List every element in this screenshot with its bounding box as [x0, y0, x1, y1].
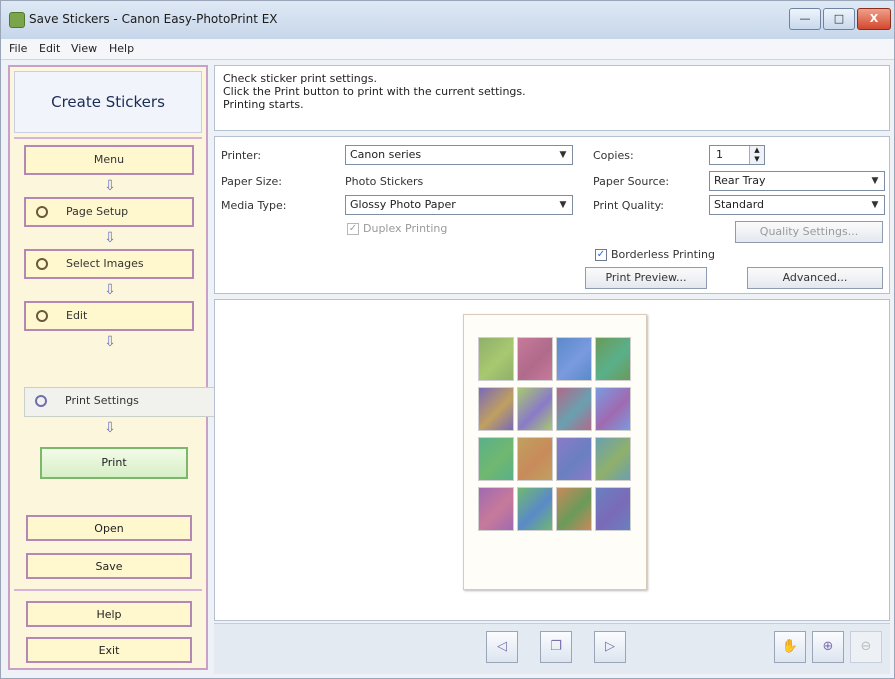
menu-view[interactable]: View — [71, 42, 97, 55]
paper-source-label: Paper Source: — [593, 175, 670, 188]
sidebar-divider — [14, 589, 202, 591]
step-print-settings[interactable]: Print Settings — [24, 387, 220, 417]
arrow-down-icon: ⇩ — [104, 420, 116, 436]
borderless-checkbox[interactable]: ✓ — [595, 249, 607, 261]
preview-toolbar: ◁ ❐ ▷ ✋ ⊕ ⊖ — [214, 623, 890, 674]
menu-file[interactable]: File — [9, 42, 27, 55]
printer-select[interactable]: Canon series ▼ — [345, 145, 573, 165]
advanced-button[interactable]: Advanced... — [747, 267, 883, 289]
copies-spinner[interactable]: 1 ▲ ▼ — [709, 145, 765, 165]
copies-label: Copies: — [593, 149, 634, 162]
edit-icon — [36, 310, 48, 322]
maximize-button[interactable]: □ — [823, 8, 855, 30]
zoom-in-button[interactable]: ⊕ — [812, 631, 844, 663]
hand-tool-button[interactable]: ✋ — [774, 631, 806, 663]
sticker-image — [556, 337, 592, 381]
spinner-arrows-icon[interactable]: ▲ ▼ — [749, 146, 764, 164]
instruction-line: Check sticker print settings. — [223, 72, 377, 85]
sticker-image — [478, 487, 514, 531]
app-icon — [9, 12, 25, 28]
sticker-image — [556, 487, 592, 531]
sticker-image — [595, 487, 631, 531]
chevron-down-icon: ▼ — [871, 176, 879, 186]
chevron-down-icon: ▼ — [559, 150, 567, 160]
sticker-image — [595, 337, 631, 381]
print-settings-panel: Printer: Canon series ▼ Paper Size: Phot… — [214, 136, 890, 294]
duplex-checkbox[interactable]: ✓ — [347, 223, 359, 235]
paper-size-label: Paper Size: — [221, 175, 282, 188]
arrow-down-icon: ⇩ — [104, 334, 116, 350]
step-page-setup[interactable]: Page Setup — [24, 197, 194, 227]
borderless-label: Borderless Printing — [611, 248, 715, 261]
page-view-button[interactable]: ❐ — [540, 631, 572, 663]
sticker-sheet — [463, 314, 647, 590]
sticker-image — [595, 437, 631, 481]
step-label: Page Setup — [66, 205, 129, 218]
menu-help[interactable]: Help — [109, 42, 134, 55]
next-page-button[interactable]: ▷ — [594, 631, 626, 663]
sticker-image — [478, 387, 514, 431]
media-type-select[interactable]: Glossy Photo Paper ▼ — [345, 195, 573, 215]
select-images-icon — [36, 258, 48, 270]
chevron-down-icon: ▼ — [871, 200, 879, 210]
page-setup-icon — [36, 206, 48, 218]
zoom-out-button[interactable]: ⊖ — [850, 631, 882, 663]
arrow-down-icon: ⇩ — [104, 282, 116, 298]
step-select-images[interactable]: Select Images — [24, 249, 194, 279]
title-bar: Save Stickers - Canon Easy-PhotoPrint EX… — [1, 1, 894, 40]
preview-area — [214, 299, 890, 621]
print-quality-value: Standard — [714, 198, 765, 211]
quality-settings-button[interactable]: Quality Settings... — [735, 221, 883, 243]
sidebar: Create Stickers Menu ⇩ Page Setup ⇩ Sele… — [8, 65, 220, 670]
app-window: Save Stickers - Canon Easy-PhotoPrint EX… — [0, 0, 895, 679]
previous-page-button[interactable]: ◁ — [486, 631, 518, 663]
print-button[interactable]: Print — [40, 447, 188, 479]
menu-edit[interactable]: Edit — [39, 42, 60, 55]
step-label: Print Settings — [65, 394, 139, 407]
sticker-image — [478, 437, 514, 481]
step-label: Select Images — [66, 257, 144, 270]
instructions-panel: Check sticker print settings. Click the … — [214, 65, 890, 131]
print-quality-label: Print Quality: — [593, 199, 665, 212]
copies-value: 1 — [716, 148, 723, 161]
instruction-line: Printing starts. — [223, 98, 304, 111]
print-settings-icon — [35, 395, 47, 407]
print-quality-select[interactable]: Standard ▼ — [709, 195, 885, 215]
sticker-image — [556, 437, 592, 481]
sticker-image — [517, 337, 553, 381]
printer-label: Printer: — [221, 149, 262, 162]
help-button[interactable]: Help — [26, 601, 192, 627]
sticker-image — [595, 387, 631, 431]
paper-size-value: Photo Stickers — [345, 175, 424, 188]
sticker-image — [517, 487, 553, 531]
duplex-label: Duplex Printing — [363, 222, 448, 235]
sidebar-title: Create Stickers — [14, 71, 202, 133]
instruction-line: Click the Print button to print with the… — [223, 85, 526, 98]
sticker-image — [517, 437, 553, 481]
step-edit[interactable]: Edit — [24, 301, 194, 331]
paper-source-value: Rear Tray — [714, 174, 766, 187]
sticker-image — [556, 387, 592, 431]
sticker-image — [478, 337, 514, 381]
step-label: Menu — [93, 153, 125, 166]
sidebar-divider — [14, 137, 202, 139]
sticker-image — [517, 387, 553, 431]
minimize-button[interactable]: — — [789, 8, 821, 30]
window-title: Save Stickers - Canon Easy-PhotoPrint EX — [29, 12, 278, 26]
printer-value: Canon series — [350, 148, 422, 161]
step-menu[interactable]: Menu — [24, 145, 194, 175]
save-button[interactable]: Save — [26, 553, 192, 579]
print-preview-button[interactable]: Print Preview... — [585, 267, 707, 289]
close-button[interactable]: X — [857, 8, 891, 30]
open-button[interactable]: Open — [26, 515, 192, 541]
media-type-label: Media Type: — [221, 199, 287, 212]
arrow-down-icon: ⇩ — [104, 178, 116, 194]
menu-bar: File Edit View Help — [1, 39, 894, 60]
chevron-down-icon: ▼ — [559, 200, 567, 210]
arrow-down-icon: ⇩ — [104, 230, 116, 246]
paper-source-select[interactable]: Rear Tray ▼ — [709, 171, 885, 191]
step-label: Edit — [66, 309, 88, 322]
exit-button[interactable]: Exit — [26, 637, 192, 663]
media-type-value: Glossy Photo Paper — [350, 198, 456, 211]
